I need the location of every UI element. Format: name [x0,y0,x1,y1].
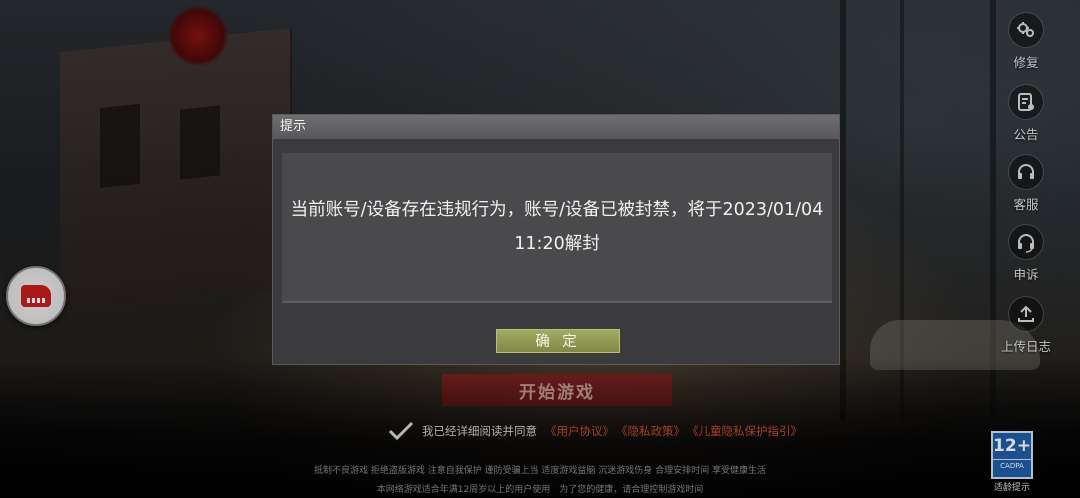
dialog-title: 提示 [273,115,839,139]
confirm-button[interactable]: 确 定 [496,329,620,353]
dialog-message: 当前账号/设备存在违规行为，账号/设备已被封禁，将于2023/01/04 11:… [290,200,824,254]
ban-notice-dialog: 提示 当前账号/设备存在违规行为，账号/设备已被封禁，将于2023/01/04 … [272,114,840,365]
dialog-body: 当前账号/设备存在违规行为，账号/设备已被封禁，将于2023/01/04 11:… [282,153,832,303]
